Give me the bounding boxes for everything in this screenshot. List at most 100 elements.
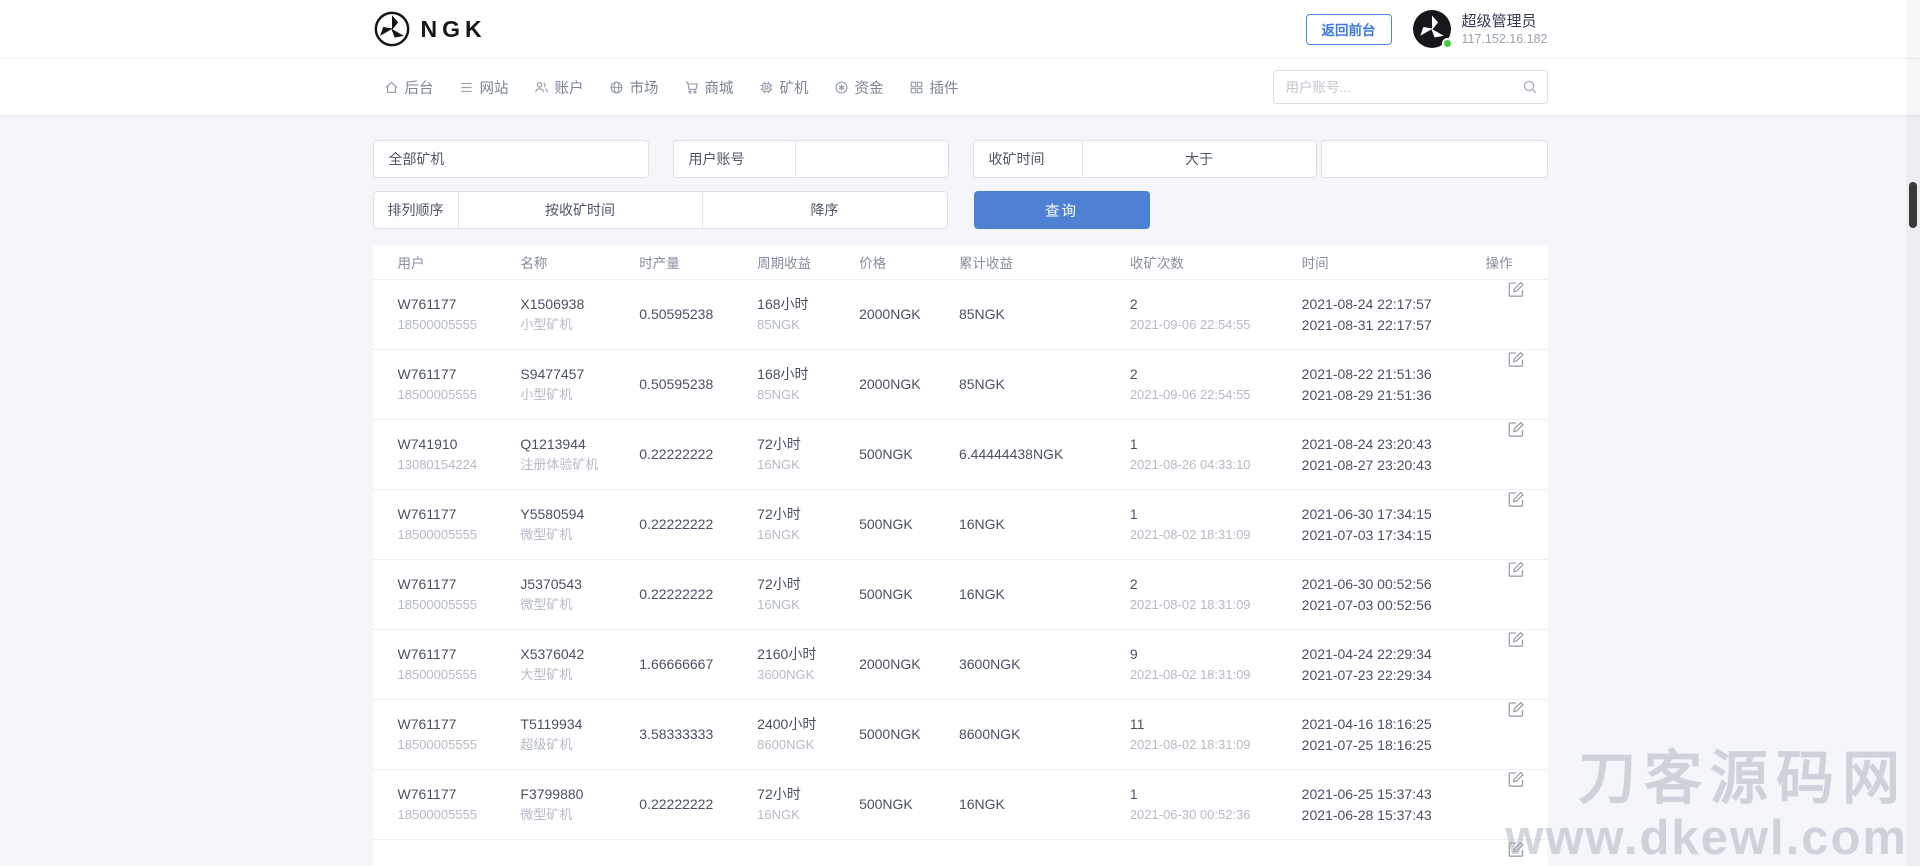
cell-action — [1486, 490, 1548, 559]
table-row: W76117718500005555X1506938小型矿机0.50595238… — [373, 280, 1548, 350]
cell-price: 5000NGK — [859, 700, 959, 769]
nav-item-label: 插件 — [930, 77, 959, 98]
cell-action — [1486, 560, 1548, 629]
order-field-select[interactable]: 按收矿时间 — [459, 192, 703, 228]
column-header: 价格 — [859, 252, 959, 272]
miner-type-select[interactable]: 全部矿机 — [373, 140, 649, 178]
nav-item-funds[interactable]: 资金 — [823, 59, 895, 116]
nav-item-miners[interactable]: 矿机 — [748, 59, 820, 116]
cell-value: 72小时 — [757, 506, 859, 523]
order-direction-select[interactable]: 降序 — [703, 192, 947, 228]
cell-subvalue: 2021-06-30 00:52:36 — [1130, 807, 1302, 823]
column-header: 时间 — [1302, 252, 1486, 272]
cell-subvalue: 大型矿机 — [520, 667, 639, 683]
query-button[interactable]: 查询 — [974, 191, 1150, 229]
cell-value: 1 — [1130, 506, 1302, 523]
cell-count: 12021-06-30 00:52:36 — [1130, 770, 1302, 839]
cell-period: 72小时 — [757, 840, 859, 866]
cell-hourly — [639, 840, 757, 866]
cell-value: 500NGK — [859, 586, 959, 603]
cell-subvalue: 18500005555 — [398, 317, 521, 333]
cell-value: 72小时 — [757, 576, 859, 593]
cell-time1: 2021-08-22 21:51:362021-08-29 21:51:36 — [1302, 350, 1486, 419]
cell-user: W76117718500005555 — [398, 630, 521, 699]
nav-item-backstage[interactable]: 后台 — [373, 59, 445, 116]
edit-icon[interactable] — [1507, 700, 1525, 718]
cell-subvalue: 超级矿机 — [520, 737, 639, 753]
table-body: W76117718500005555X1506938小型矿机0.50595238… — [373, 280, 1548, 866]
nav-item-label: 资金 — [855, 77, 884, 98]
cell-value: 0.22222222 — [639, 516, 757, 533]
cell-subvalue: 微型矿机 — [520, 527, 639, 543]
cell-value: 2021-04-16 18:16:25 — [1302, 716, 1486, 733]
users-icon — [534, 80, 549, 95]
cell-value: 0.22222222 — [639, 586, 757, 603]
nav-item-plugins[interactable]: 插件 — [898, 59, 970, 116]
cell-value: 500NGK — [859, 446, 959, 463]
cell-period: 72小时 16NGK — [757, 490, 859, 559]
table-header: 用户名称时产量周期收益价格累计收益收矿次数时间操作 — [373, 245, 1548, 280]
search-input[interactable] — [1273, 70, 1548, 104]
edit-icon[interactable] — [1507, 630, 1525, 648]
cell-time1: 2021-06-18 19:41:00 — [1302, 840, 1486, 866]
cell-subvalue: 2021-08-02 18:31:09 — [1130, 597, 1302, 613]
scrollbar-track[interactable] — [1906, 0, 1920, 866]
cell-action — [1486, 700, 1548, 769]
avatar[interactable] — [1412, 9, 1452, 49]
cell-subvalue: 18500005555 — [398, 667, 521, 683]
cell-subvalue: 2021-09-06 22:54:55 — [1130, 387, 1302, 403]
cell-subvalue: 2021-06-28 15:37:43 — [1302, 807, 1486, 824]
cell-value: 16NGK — [959, 796, 1130, 813]
cell-user: W76117718500005555 — [398, 700, 521, 769]
cell-time1: 2021-08-24 23:20:432021-08-27 23:20:43 — [1302, 420, 1486, 489]
edit-icon[interactable] — [1507, 560, 1525, 578]
cell-count: 1 — [1130, 840, 1302, 866]
cell-name: J5370543微型矿机 — [520, 560, 639, 629]
cell-value: 2 — [1130, 296, 1302, 313]
cell-value: 0.22222222 — [639, 446, 757, 463]
edit-icon[interactable] — [1507, 350, 1525, 368]
miner-table: 用户名称时产量周期收益价格累计收益收矿次数时间操作 W7611771850000… — [373, 245, 1548, 866]
column-header: 时产量 — [639, 252, 757, 272]
edit-icon[interactable] — [1507, 840, 1525, 858]
cell-total: 16NGK — [959, 770, 1130, 839]
cell-value: J5370543 — [520, 576, 639, 593]
cell-value: 2160小时 — [757, 646, 859, 663]
nav-item-website[interactable]: 网站 — [448, 59, 520, 116]
account-filter: 用户账号 — [673, 140, 949, 178]
account-filter-input[interactable] — [796, 141, 949, 177]
cell-user: W761177 — [398, 840, 521, 866]
cell-price: 2000NGK — [859, 630, 959, 699]
cell-value: 72小时 — [757, 436, 859, 453]
nav-item-label: 矿机 — [780, 77, 809, 98]
nav-item-market[interactable]: 市场 — [598, 59, 670, 116]
nav-item-mall[interactable]: 商城 — [673, 59, 745, 116]
edit-icon[interactable] — [1507, 420, 1525, 438]
table-row: W76117718500005555T5119934超级矿机3.58333333… — [373, 700, 1548, 770]
cell-user: W76117718500005555 — [398, 770, 521, 839]
cell-subvalue: 16NGK — [757, 807, 859, 823]
cell-price: 500NGK — [859, 770, 959, 839]
table-row: W74191013080154224Q1213944注册体验矿机0.222222… — [373, 420, 1548, 490]
cell-value: 500NGK — [859, 516, 959, 533]
table-row: W76117718500005555S9477457小型矿机0.50595238… — [373, 350, 1548, 420]
cell-name: Q1213944注册体验矿机 — [520, 420, 639, 489]
cell-value: 72小时 — [757, 786, 859, 803]
cell-value: 85NGK — [959, 376, 1130, 393]
compare-select[interactable]: 大于 — [1083, 149, 1316, 169]
scrollbar-thumb[interactable] — [1909, 182, 1917, 228]
cell-subvalue: 16NGK — [757, 527, 859, 543]
edit-icon[interactable] — [1507, 770, 1525, 788]
back-to-frontend-button[interactable]: 返回前台 — [1306, 14, 1392, 45]
admin-ip: 117.152.16.182 — [1462, 31, 1548, 47]
table-row: W76117718500005555X5376042大型矿机1.66666667… — [373, 630, 1548, 700]
cell-subvalue: 13080154224 — [398, 457, 521, 473]
edit-icon[interactable] — [1507, 490, 1525, 508]
admin-profile[interactable]: 超级管理员 117.152.16.182 — [1412, 9, 1548, 49]
nav-item-accounts[interactable]: 账户 — [523, 59, 595, 116]
cell-total: 16NGK — [959, 490, 1130, 559]
search-icon[interactable] — [1522, 79, 1538, 95]
minetime-value-input[interactable] — [1322, 141, 1547, 177]
edit-icon[interactable] — [1507, 280, 1525, 298]
cell-subvalue: 2021-07-03 00:52:56 — [1302, 597, 1486, 614]
